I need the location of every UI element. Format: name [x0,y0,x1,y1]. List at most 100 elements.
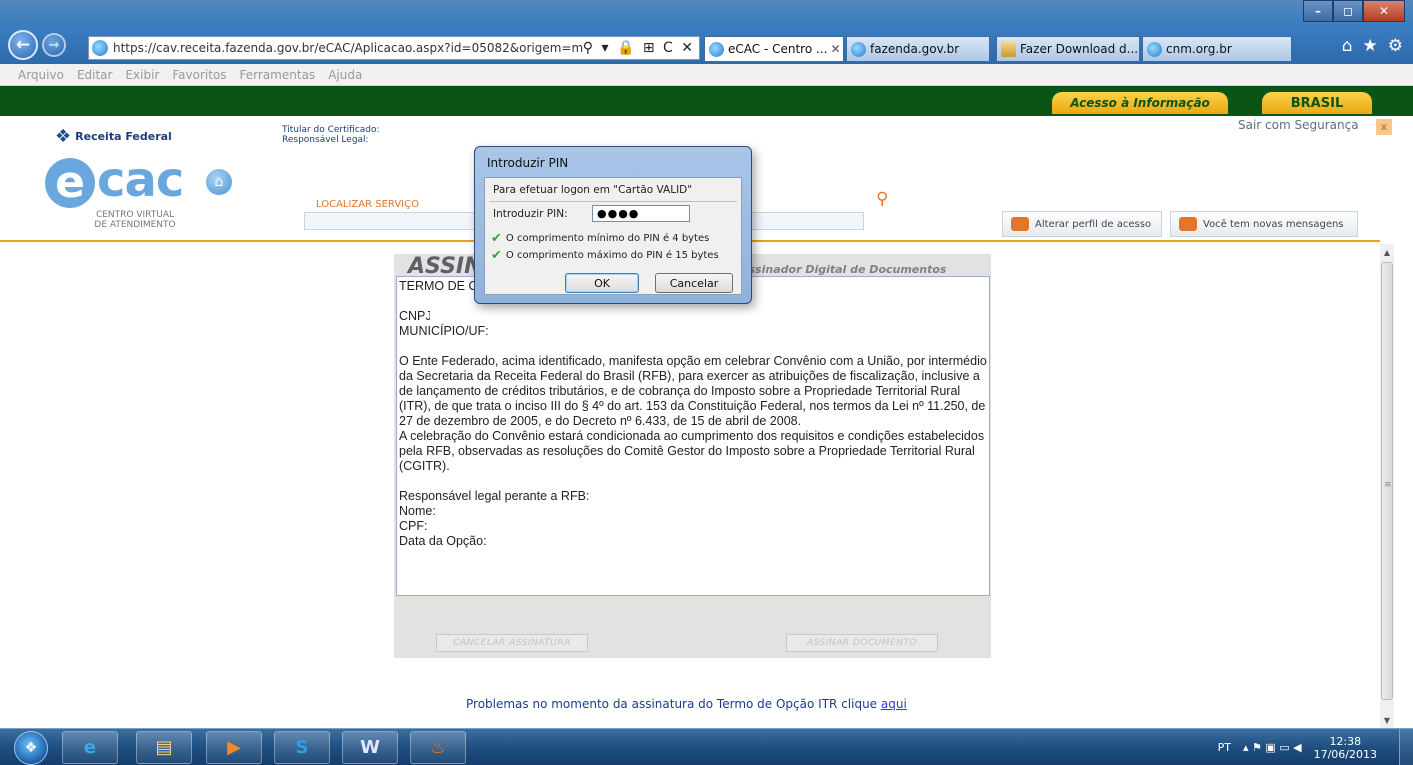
taskbar-ie-icon[interactable]: e [62,731,118,764]
ok-button[interactable]: OK [565,273,639,293]
brasil-link[interactable]: BRASIL [1262,92,1372,114]
tab-label: cnm.org.br [1166,42,1232,56]
language-indicator[interactable]: PT [1218,741,1231,754]
pin-dialog: Introduzir PIN Para efetuar logon em "Ca… [474,146,752,304]
pin-value: ●●●● [597,207,640,220]
taskbar-skype-icon[interactable]: S [274,731,330,764]
receita-federal-emblem-icon: ❖ [55,126,72,147]
tab-download[interactable]: Fazer Download d... [996,36,1140,62]
show-desktop-button[interactable] [1399,729,1413,765]
window-controls: – ◻ ✕ [1303,0,1405,22]
receita-federal-logo[interactable]: ❖ Receita Federal [55,126,172,147]
pin-dialog-body: Para efetuar logon em "Cartão VALID" Int… [484,177,742,295]
tab-fazenda[interactable]: fazenda.gov.br [846,36,990,62]
tab-label: eCAC - Centro ... [728,42,828,56]
tab-label: Fazer Download d... [1020,42,1139,56]
help-text: Problemas no momento da assinatura do Te… [466,697,881,711]
minimize-button[interactable]: – [1303,0,1333,22]
logout-close-icon[interactable]: x [1376,119,1392,135]
acesso-informacao-link[interactable]: Acesso à Informação [1052,92,1228,114]
address-bar[interactable]: https://cav.receita.fazenda.gov.br/eCAC/… [88,36,700,60]
tab-ecac[interactable]: eCAC - Centro ... ✕ [704,36,844,62]
change-profile-button[interactable]: Alterar perfil de acesso [1002,211,1162,237]
messages-label: Você tem novas mensagens [1203,218,1344,230]
menu-favoritos[interactable]: Favoritos [172,68,226,82]
pin-dialog-title: Introduzir PIN [487,156,569,170]
favorites-star-icon[interactable]: ★ [1363,36,1378,56]
vertical-scrollbar[interactable]: ▲ ≡ ▼ [1380,244,1394,728]
url-text[interactable]: https://cav.receita.fazenda.gov.br/eCAC/… [113,41,583,55]
sign-document-button[interactable]: ASSINAR DOCUMENTO [786,634,938,652]
home-icon[interactable]: ⌂ [1342,36,1353,56]
ie-page-icon [92,40,108,56]
clock[interactable]: 12:38 17/06/2013 [1314,735,1377,761]
cancel-button[interactable]: Cancelar [655,273,733,293]
gear-icon[interactable]: ⚙ [1388,36,1403,56]
ecac-e-mark: e [45,158,95,208]
menu-bar: Arquivo Editar Exibir Favoritos Ferramen… [0,64,1413,86]
browser-titlebar: – ◻ ✕ ← → https://cav.receita.fazenda.go… [0,0,1413,64]
pin-min-text: O comprimento mínimo do PIN é 4 bytes [505,233,710,244]
menu-ferramentas[interactable]: Ferramentas [240,68,316,82]
mail-icon [1179,217,1197,231]
messages-button[interactable]: Você tem novas mensagens [1170,211,1358,237]
ecac-sub-line-1: CENTRO VIRTUAL [95,210,175,220]
search-label: LOCALIZAR SERVIÇO [316,199,419,210]
ie-tab-icon [1147,41,1162,57]
tab-cnm[interactable]: cnm.org.br [1142,36,1292,62]
doc-responsible: Responsável legal perante a RFB: [399,489,590,503]
menu-ajuda[interactable]: Ajuda [328,68,362,82]
taskbar-java-icon[interactable]: ♨ [410,731,466,764]
rf-logo-text: Receita Federal [75,130,172,143]
start-button[interactable]: ❖ [14,731,48,765]
clock-time: 12:38 [1329,734,1362,748]
doc-paragraph-1: O Ente Federado, acima identificado, man… [399,354,987,428]
close-window-button[interactable]: ✕ [1363,0,1405,22]
browser-toolbar-icons: ⌂ ★ ⚙ [1342,36,1403,56]
pin-max-text: O comprimento máximo do PIN é 15 bytes [505,250,719,261]
back-button[interactable]: ← [8,30,38,60]
maximize-button[interactable]: ◻ [1333,0,1363,22]
menu-arquivo[interactable]: Arquivo [18,68,64,82]
tray-icons[interactable]: ▴ ⚑ ▣ ▭ ◀ [1243,741,1302,754]
change-profile-label: Alterar perfil de acesso [1035,218,1152,230]
scroll-down-arrow-icon[interactable]: ▼ [1380,712,1394,728]
tab-close-icon[interactable]: ✕ [830,42,840,56]
pin-min-length-requirement: ✔ O comprimento mínimo do PIN é 4 bytes [491,231,709,246]
search-icon[interactable]: ⚲ [876,189,888,209]
ecac-cac-text: cac [97,152,184,208]
scroll-up-arrow-icon[interactable]: ▲ [1380,244,1394,260]
pin-input[interactable]: ●●●● [592,205,690,222]
doc-municipio: MUNICÍPIO/UF: [399,324,489,338]
doc-gap [399,339,987,354]
forward-button[interactable]: → [42,33,66,57]
ecac-logo[interactable]: e cac CENTRO VIRTUAL DE ATENDIMENTO [45,152,195,230]
menu-editar[interactable]: Editar [77,68,113,82]
clock-date: 17/06/2013 [1313,747,1377,761]
check-icon: ✔ [491,231,502,246]
signer-subtitle: Assinador Digital de Documentos [740,263,947,276]
doc-data-opcao: Data da Opção: [399,534,487,548]
document-text-box[interactable]: TERMO DE OPÇÃO CNPJ: MUNICÍPIO/UF: O Ent… [396,276,990,596]
address-tools-icon[interactable]: ⚲ ▾ 🔒 ⊞ C ✕ [583,40,699,56]
scrollbar-grip-icon: ≡ [1384,480,1392,490]
doc-paragraph-2: A celebração do Convênio estará condicio… [399,429,985,473]
pin-label: Introduzir PIN: [493,208,568,220]
ie-tab-icon [851,41,866,57]
cert-value-redacted [480,134,720,146]
taskbar-word-icon[interactable]: W [342,731,398,764]
help-link[interactable]: aqui [881,697,907,711]
legal-responsible-label: Responsável Legal: [282,135,369,145]
cert-holder-label: Titular do Certificado: [282,125,380,135]
logout-button[interactable]: Sair com Segurança [1238,118,1359,132]
taskbar-explorer-icon[interactable]: ▤ [136,731,192,764]
doc-gap [399,474,987,489]
home-icon[interactable]: ⌂ [206,169,232,195]
titlebar-glass [0,0,1413,28]
cancel-signature-button[interactable]: CANCELAR ASSINATURA [436,634,588,652]
users-icon [1011,217,1029,231]
doc-nome: Nome: [399,504,436,518]
check-icon: ✔ [491,248,502,263]
taskbar-media-player-icon[interactable]: ▶ [206,731,262,764]
menu-exibir[interactable]: Exibir [125,68,159,82]
